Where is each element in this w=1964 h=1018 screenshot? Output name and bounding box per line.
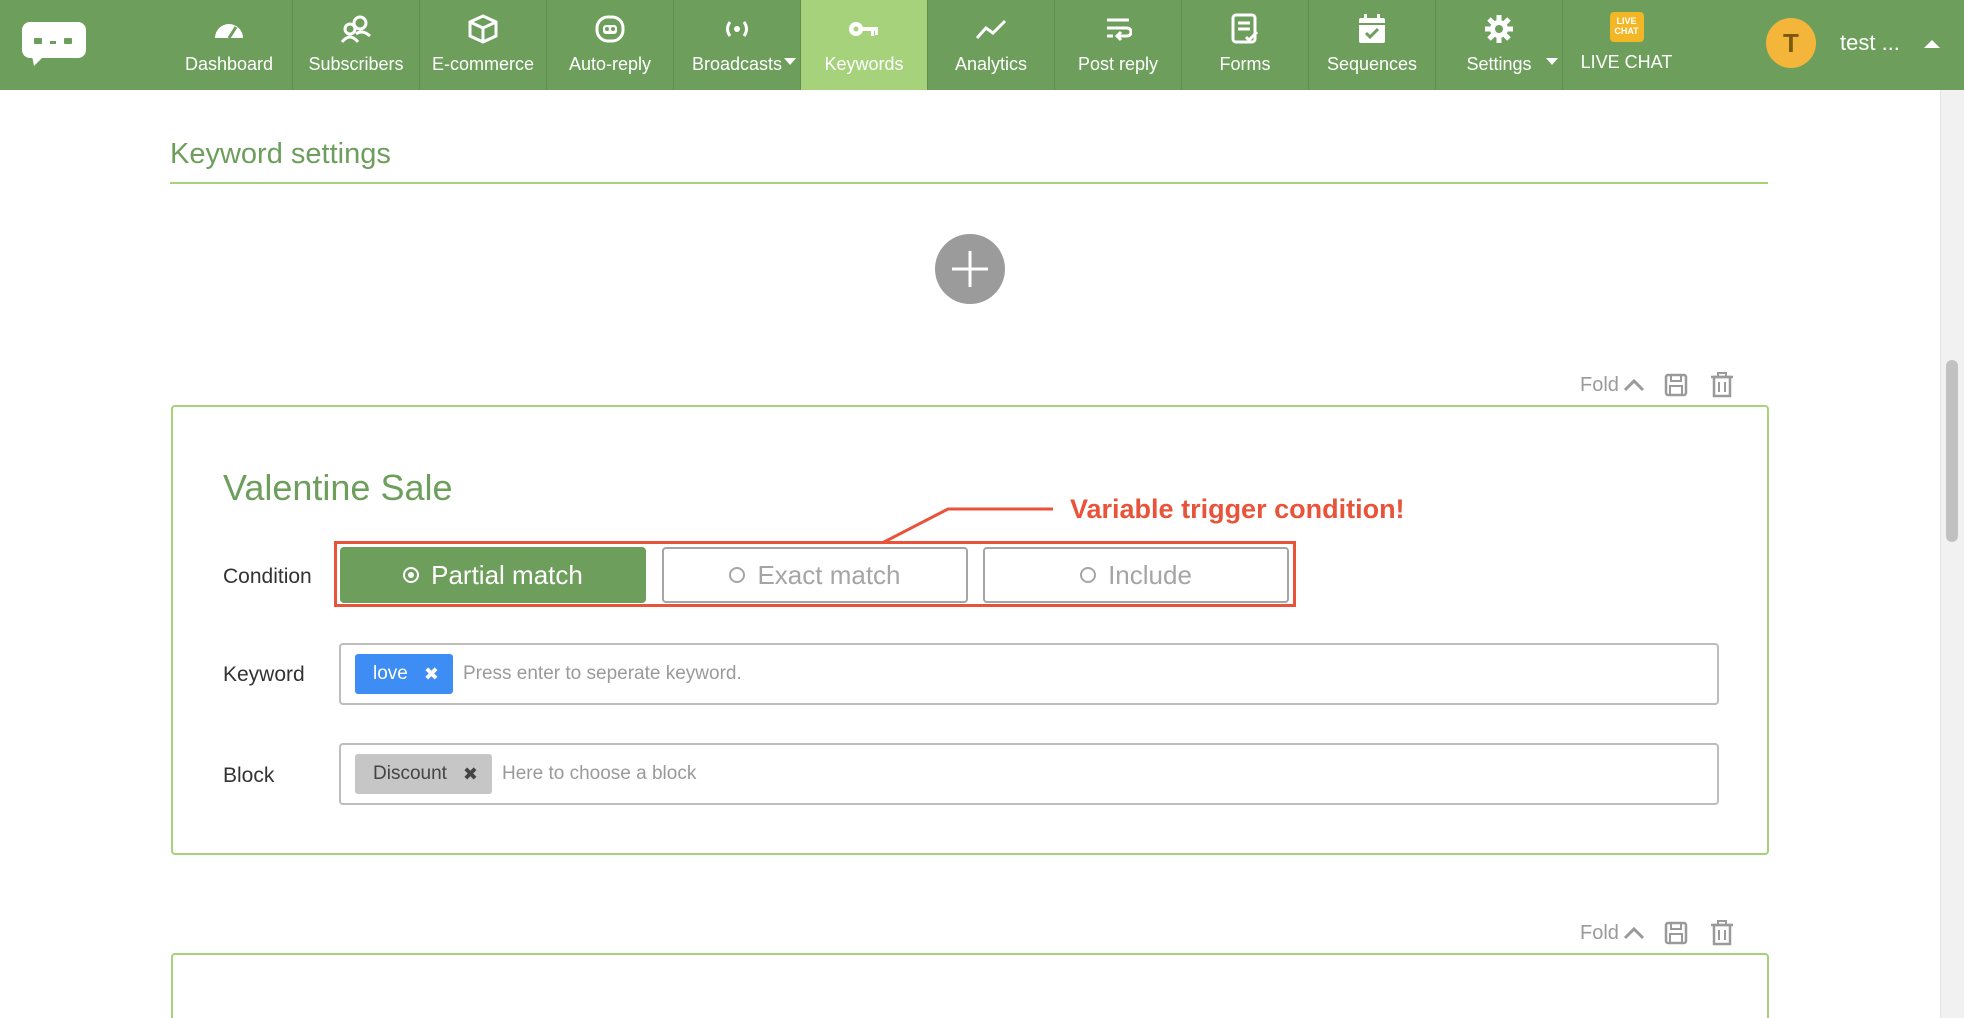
settings-dropdown-caret-icon[interactable] — [1546, 58, 1558, 65]
nav-settings[interactable]: Settings — [1436, 0, 1563, 90]
trash-icon[interactable] — [1707, 370, 1737, 400]
nav-auto-reply[interactable]: Auto-reply — [547, 0, 674, 90]
users-icon — [339, 12, 373, 46]
fold-label[interactable]: Fold — [1580, 374, 1619, 397]
save-icon[interactable] — [1661, 370, 1691, 400]
plus-icon — [952, 251, 988, 287]
keyword-input[interactable]: love ✖ Press enter to seperate keyword. — [339, 643, 1719, 705]
page-scrollbar-track[interactable] — [1940, 90, 1964, 1018]
add-keyword-button[interactable] — [935, 234, 1005, 304]
robot-icon — [593, 12, 627, 46]
top-navbar: Dashboard Subscribers E-commerce Auto-re… — [0, 0, 1964, 90]
block-label: Block — [223, 764, 275, 787]
nav-analytics[interactable]: Analytics — [928, 0, 1055, 90]
keyword-card: Valentine Sale Condition Partial match E… — [171, 405, 1769, 855]
live-chat-badge-icon: LIVE CHAT — [1609, 12, 1644, 42]
keyword-label: Keyword — [223, 663, 305, 686]
reply-lines-icon — [1101, 12, 1135, 46]
keyword-placeholder: Press enter to seperate keyword. — [462, 663, 742, 684]
nav-live-chat[interactable]: LIVE CHAT LIVE CHAT — [1563, 0, 1690, 90]
gear-icon — [1482, 12, 1516, 46]
form-check-icon — [1228, 12, 1262, 46]
callout-pointer-line — [881, 507, 1053, 545]
key-icon — [847, 12, 881, 46]
card-title[interactable]: Valentine Sale — [223, 467, 453, 509]
user-menu-caret-icon[interactable] — [1924, 40, 1940, 48]
card1-toolbar: Fold — [1580, 370, 1737, 400]
keyword-chip: love ✖ — [355, 654, 453, 694]
dashboard-gauge-icon — [212, 12, 246, 46]
callout-annotation: Variable trigger condition! — [1070, 494, 1405, 524]
trash-icon[interactable] — [1707, 918, 1737, 948]
user-avatar[interactable]: T — [1766, 18, 1816, 68]
nav-keywords[interactable]: Keywords — [801, 0, 928, 90]
chatbot-logo-icon[interactable] — [20, 20, 88, 68]
nav-sequences[interactable]: Sequences — [1309, 0, 1436, 90]
nav-ecommerce[interactable]: E-commerce — [420, 0, 547, 90]
nav-broadcasts[interactable]: Broadcasts — [674, 0, 801, 90]
broadcast-icon — [720, 12, 754, 46]
page-scrollbar-thumb[interactable] — [1946, 360, 1958, 542]
condition-highlight-box — [334, 541, 1296, 607]
section-title: Keyword settings — [170, 138, 391, 170]
fold-label[interactable]: Fold — [1580, 922, 1619, 945]
chevron-up-icon[interactable] — [1623, 926, 1645, 940]
block-select[interactable]: Discount ✖ Here to choose a block — [339, 743, 1719, 805]
trend-line-icon — [974, 12, 1008, 46]
card2-toolbar: Fold — [1580, 918, 1737, 948]
nav-subscribers[interactable]: Subscribers — [293, 0, 420, 90]
broadcasts-dropdown-caret-icon[interactable] — [784, 58, 796, 65]
chevron-up-icon[interactable] — [1623, 378, 1645, 392]
condition-label: Condition — [223, 565, 312, 588]
nav-post-reply[interactable]: Post reply — [1055, 0, 1182, 90]
block-chip: Discount ✖ — [355, 754, 493, 794]
nav-forms[interactable]: Forms — [1182, 0, 1309, 90]
nav-dashboard[interactable]: Dashboard — [166, 0, 293, 90]
save-icon[interactable] — [1661, 918, 1691, 948]
remove-chip-icon[interactable]: ✖ — [424, 664, 439, 685]
keyword-card-collapsed — [171, 953, 1769, 1018]
block-placeholder: Here to choose a block — [502, 763, 697, 784]
box-icon — [466, 12, 500, 46]
remove-chip-icon[interactable]: ✖ — [463, 764, 478, 785]
calendar-check-icon — [1355, 12, 1389, 46]
section-divider — [170, 182, 1768, 184]
user-name[interactable]: test ... — [1840, 30, 1900, 56]
